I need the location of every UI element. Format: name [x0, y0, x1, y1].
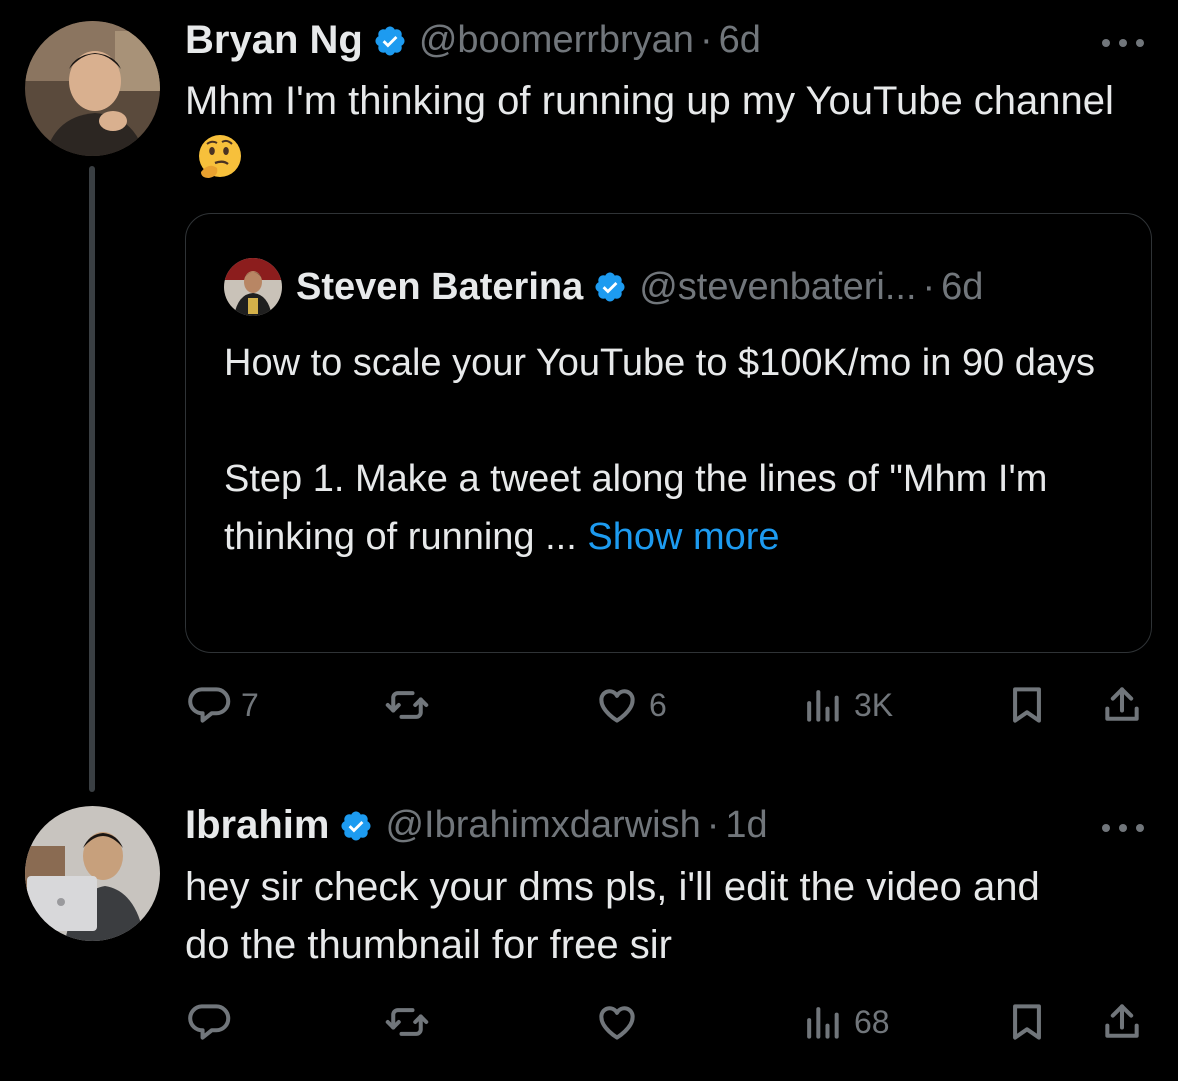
- views-chart-icon: [807, 1007, 839, 1039]
- more-options-icon[interactable]: [1102, 35, 1144, 51]
- verified-badge-icon: [375, 25, 405, 56]
- repost-icon: [385, 691, 429, 719]
- verified-badge-icon: [595, 272, 625, 302]
- reply-icon: [188, 1004, 231, 1040]
- share-icon: [1105, 1004, 1139, 1038]
- thread-connector-line: [89, 166, 95, 792]
- like-button[interactable]: [595, 997, 649, 1047]
- share-icon: [1105, 687, 1139, 721]
- reply-icon: [188, 687, 231, 723]
- bookmark-icon: [1013, 1004, 1041, 1040]
- repost-button[interactable]: [385, 997, 439, 1047]
- tweet1-body: Mhm I'm thinking of running up my YouTub…: [185, 79, 1114, 123]
- reply-button[interactable]: 7: [187, 680, 259, 730]
- quoted-tweet-card[interactable]: Steven Baterina @stevenbateri... · 6d Ho…: [185, 213, 1152, 653]
- author-handle[interactable]: @Ibrahimxdarwish: [385, 804, 700, 847]
- like-button[interactable]: 6: [595, 680, 667, 730]
- timestamp[interactable]: 1d: [725, 804, 767, 847]
- like-count: 6: [649, 686, 667, 723]
- quoted-paragraph-1: How to scale your YouTube to $100K/mo in…: [224, 342, 1096, 384]
- verified-badge-icon: [341, 810, 372, 841]
- author-name[interactable]: Ibrahim: [185, 803, 329, 848]
- bookmark-icon: [1013, 687, 1041, 723]
- more-options-icon[interactable]: [1102, 820, 1144, 836]
- reply-button[interactable]: [187, 997, 241, 1047]
- author-name[interactable]: Bryan Ng: [185, 18, 363, 63]
- repost-button[interactable]: [385, 680, 439, 730]
- views-count: 68: [854, 1003, 890, 1040]
- heart-icon: [599, 689, 635, 723]
- repost-icon: [385, 1008, 429, 1036]
- avatar-ibrahim[interactable]: [25, 806, 160, 941]
- views-button[interactable]: 3K: [800, 680, 893, 730]
- quoted-tweet-header: Steven Baterina @stevenbateri... · 6d: [224, 258, 983, 316]
- views-count: 3K: [854, 686, 894, 723]
- reply-count: 7: [241, 686, 259, 723]
- reply-thread: Bryan Ng @boomerrbryan · 6d Mhm I'm thin…: [0, 0, 1178, 1081]
- quoted-paragraph-2: Step 1. Make a tweet along the lines of …: [224, 450, 1124, 566]
- share-button[interactable]: [1100, 680, 1144, 730]
- tweet2-action-bar: 68: [185, 997, 1150, 1047]
- separator-dot: ·: [706, 804, 720, 846]
- quoted-timestamp[interactable]: 6d: [941, 266, 983, 309]
- timestamp[interactable]: 6d: [719, 19, 761, 62]
- tweet2-header: Ibrahim @Ibrahimxdarwish · 1d: [185, 803, 768, 848]
- thinking-face-emoji: [199, 135, 241, 178]
- author-handle[interactable]: @boomerrbryan: [419, 19, 694, 62]
- views-chart-icon: [807, 690, 839, 722]
- tweet1-action-bar: 7 6 3K: [185, 680, 1150, 730]
- show-more-link[interactable]: Show more: [587, 516, 779, 558]
- quoted-author-name[interactable]: Steven Baterina: [296, 266, 583, 309]
- share-button[interactable]: [1100, 997, 1144, 1047]
- avatar-bryan[interactable]: [25, 21, 160, 156]
- separator-dot: ·: [699, 19, 713, 61]
- avatar-steven[interactable]: [224, 258, 282, 316]
- bookmark-button[interactable]: [1005, 997, 1049, 1047]
- quoted-author-handle[interactable]: @stevenbateri...: [639, 266, 916, 309]
- separator-dot: ·: [922, 265, 936, 308]
- tweet1-text: Mhm I'm thinking of running up my YouTub…: [185, 72, 1115, 188]
- quoted-tweet-text: How to scale your YouTube to $100K/mo in…: [224, 334, 1124, 566]
- bookmark-button[interactable]: [1005, 680, 1049, 730]
- tweet2-text: hey sir check your dms pls, i'll edit th…: [185, 865, 1040, 967]
- views-button[interactable]: 68: [800, 997, 890, 1047]
- heart-icon: [599, 1006, 635, 1040]
- tweet1-header: Bryan Ng @boomerrbryan · 6d: [185, 18, 761, 63]
